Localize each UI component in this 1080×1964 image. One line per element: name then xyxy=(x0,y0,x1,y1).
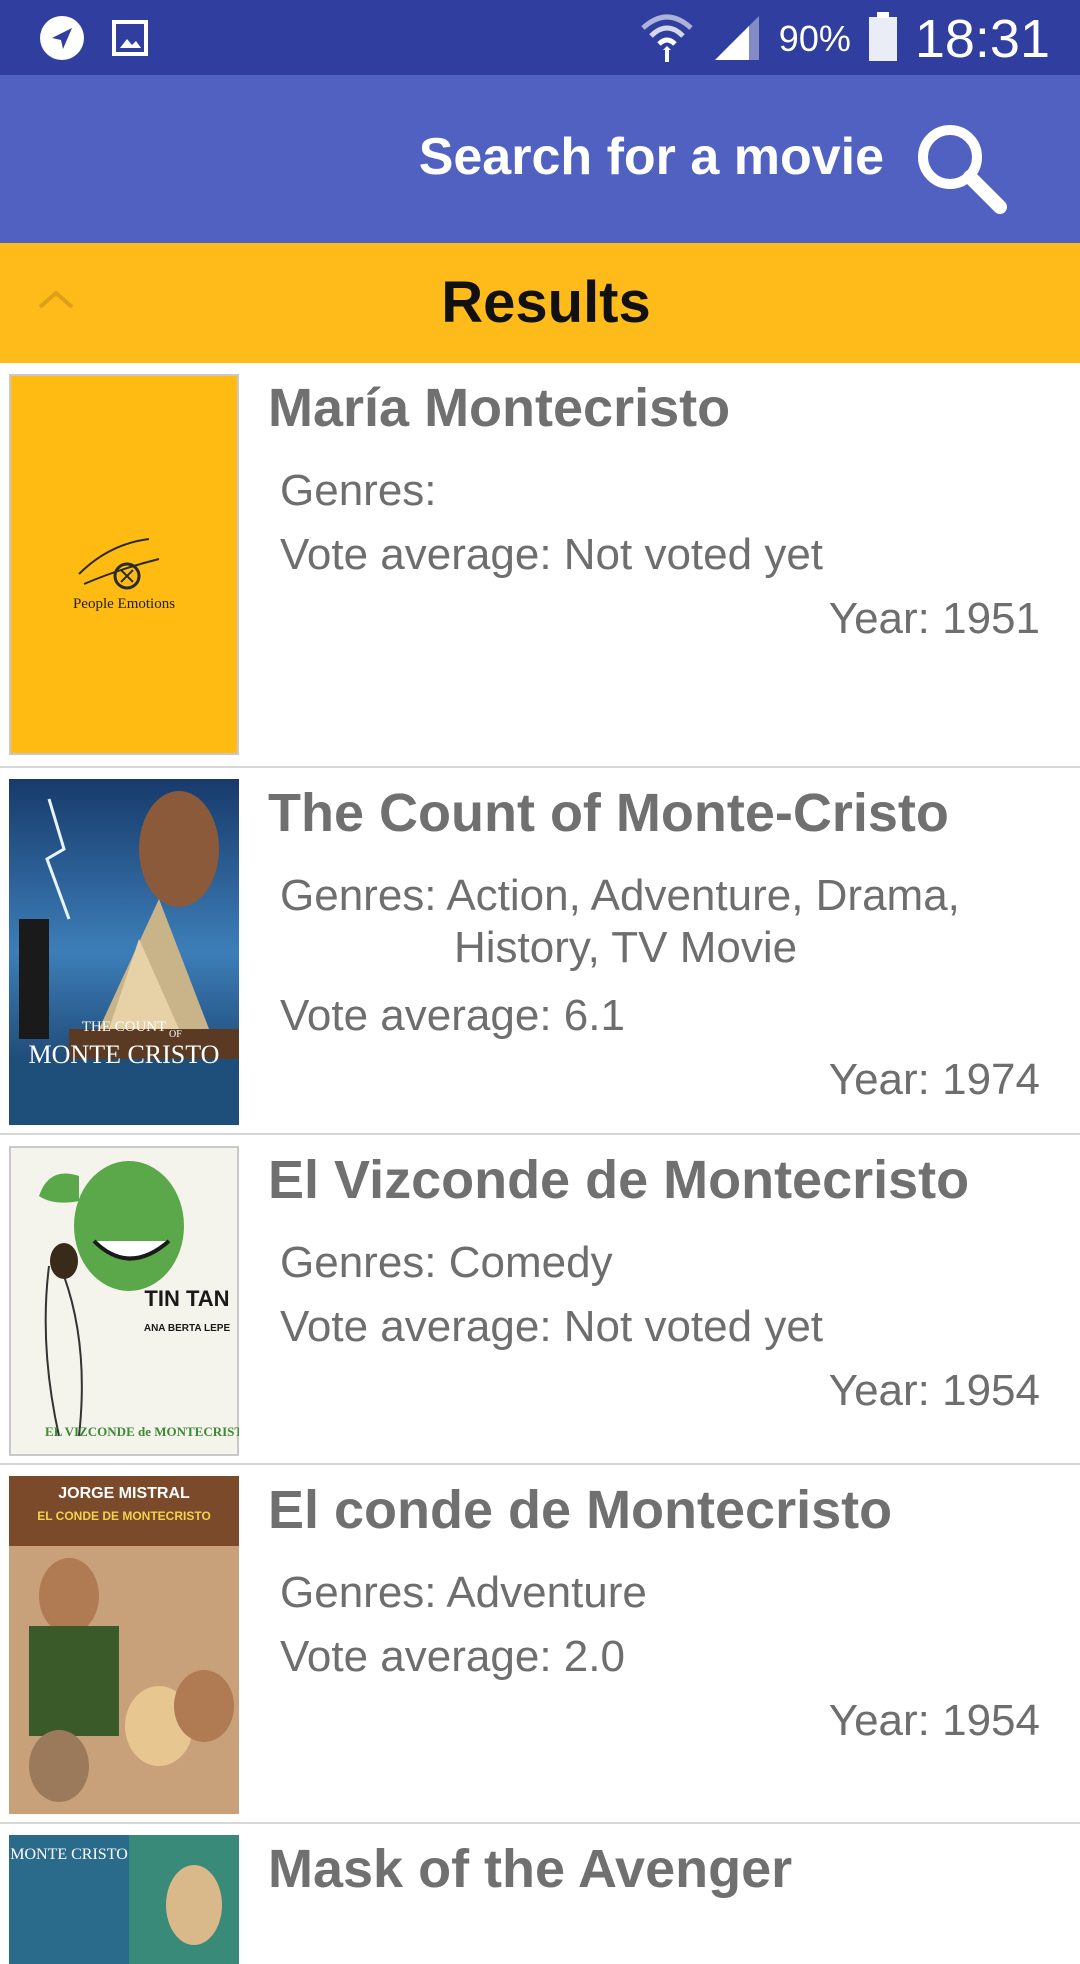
battery-icon xyxy=(867,11,899,67)
poster-caption-1: THE COUNT xyxy=(82,1019,167,1035)
clock: 18:31 xyxy=(914,9,1050,69)
search-icon xyxy=(912,125,1012,223)
movie-title: Mask of the Avenger xyxy=(268,1839,793,1899)
wifi-icon xyxy=(639,10,695,69)
genres-label: Genres: xyxy=(280,466,437,515)
poster-caption: People Emotions xyxy=(73,596,175,612)
poster-caption-3: MONTE CRISTO xyxy=(29,1040,220,1069)
genres-value: Comedy xyxy=(448,1238,613,1287)
genres-value: Adventure xyxy=(446,1568,647,1617)
genres-value-continued: History, TV Movie xyxy=(454,923,798,972)
poster-caption-1: JORGE MISTRAL xyxy=(58,1485,190,1502)
vote-average: Vote average: 6.1 xyxy=(280,991,625,1040)
movie-poster: JORGE MISTRAL EL CONDE DE MONTECRISTO xyxy=(9,1476,239,1814)
movie-poster: People Emotions xyxy=(9,374,239,755)
movie-genres: Genres: Action, Adventure, Drama, Histor… xyxy=(280,871,960,973)
results-title: Results xyxy=(441,270,651,335)
list-item[interactable]: THE COUNT OF MONTE CRISTO The Count of M… xyxy=(0,768,1080,1135)
movie-poster: THE COUNT OF MONTE CRISTO xyxy=(9,779,239,1125)
genres-label: Genres: xyxy=(280,1568,447,1617)
poster-caption: MONTE CRISTO xyxy=(10,1846,128,1863)
signal-icon xyxy=(711,12,763,67)
poster-caption-2: OF xyxy=(169,1029,182,1040)
movie-genres: Genres: Adventure xyxy=(280,1568,647,1618)
list-item[interactable]: TIN TAN ANA BERTA LEPE EL VIZCONDE de MO… xyxy=(0,1135,1080,1465)
genres-label: Genres: xyxy=(280,1238,449,1287)
movie-year: Year: 1951 xyxy=(828,594,1040,643)
movie-list[interactable]: People Emotions María Montecristo Genres… xyxy=(0,363,1080,1964)
image-icon xyxy=(112,18,148,63)
battery-percent: 90% xyxy=(778,18,851,59)
movie-year: Year: 1974 xyxy=(828,1055,1040,1104)
poster-caption-1: TIN TAN xyxy=(144,1286,229,1311)
movie-year: Year: 1954 xyxy=(828,1696,1040,1745)
movie-title: The Count of Monte-Cristo xyxy=(268,783,949,843)
navigation-icon xyxy=(38,14,86,67)
movie-title: El Vizconde de Montecristo xyxy=(268,1150,970,1210)
movie-year: Year: 1954 xyxy=(828,1366,1040,1415)
movie-title: El conde de Montecristo xyxy=(268,1480,893,1540)
vote-average: Vote average: Not voted yet xyxy=(280,1302,824,1351)
movie-poster: MONTE CRISTO xyxy=(9,1835,239,1964)
genres-label: Genres: xyxy=(280,871,447,920)
movie-genres: Genres: Comedy xyxy=(280,1238,613,1288)
list-item[interactable]: MONTE CRISTO Mask of the Avenger xyxy=(0,1824,1080,1964)
list-item[interactable]: People Emotions María Montecristo Genres… xyxy=(0,363,1080,768)
vote-average: Vote average: 2.0 xyxy=(280,1632,625,1681)
poster-caption-3: EL VIZCONDE de MONTECRISTO xyxy=(45,1424,239,1439)
poster-caption-2: EL CONDE DE MONTECRISTO xyxy=(37,1509,211,1523)
status-bar: 90% 18:31 xyxy=(0,0,1080,75)
search-button[interactable] xyxy=(912,119,1012,219)
poster-caption-2: ANA BERTA LEPE xyxy=(144,1323,231,1334)
vote-average: Vote average: Not voted yet xyxy=(280,530,824,579)
results-header[interactable]: Results xyxy=(0,243,1080,363)
movie-title: María Montecristo xyxy=(268,378,731,438)
list-item[interactable]: JORGE MISTRAL EL CONDE DE MONTECRISTO El… xyxy=(0,1465,1080,1824)
movie-genres: Genres: xyxy=(280,466,437,516)
search-title[interactable]: Search for a movie xyxy=(419,127,884,187)
movie-poster: TIN TAN ANA BERTA LEPE EL VIZCONDE de MO… xyxy=(9,1146,239,1456)
app-bar: Search for a movie xyxy=(0,75,1080,243)
genres-value: Action, Adventure, Drama, xyxy=(446,871,960,920)
